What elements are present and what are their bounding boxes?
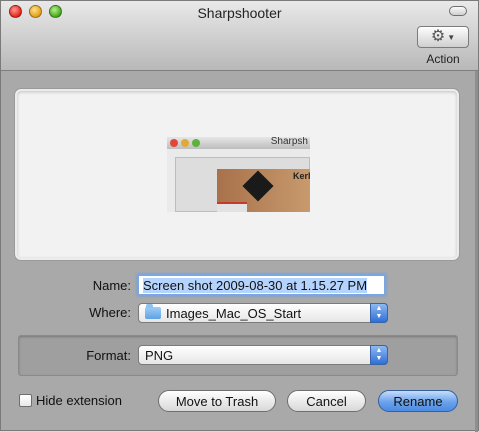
thumbnail-banner: Kerl bbox=[217, 169, 310, 212]
cancel-button[interactable]: Cancel bbox=[287, 390, 366, 412]
format-value: PNG bbox=[145, 347, 174, 363]
name-field-value: Screen shot 2009-08-30 at 1.15.27 PM bbox=[143, 278, 368, 293]
rename-button[interactable]: Rename bbox=[378, 390, 458, 412]
where-popup[interactable]: Images_Mac_OS_Start ▲ ▼ bbox=[138, 303, 388, 323]
preview-thumbnail: Sharpsh Kerl bbox=[167, 137, 310, 212]
popup-arrows-icon: ▲ ▼ bbox=[370, 345, 388, 365]
action-label: Action bbox=[426, 52, 460, 66]
thumbnail-red-tab bbox=[217, 202, 247, 212]
folder-icon bbox=[145, 304, 161, 319]
thumbnail-titlebar: Sharpsh bbox=[167, 137, 310, 149]
popup-arrows-icon: ▲ ▼ bbox=[370, 303, 388, 323]
toolbar: Sharpshooter ⚙ ▼ Action bbox=[1, 1, 478, 71]
gear-icon: ⚙ bbox=[430, 28, 446, 45]
thumbnail-logo bbox=[242, 170, 274, 202]
action-button[interactable]: ⚙ ▼ bbox=[417, 26, 469, 48]
move-to-trash-button[interactable]: Move to Trash bbox=[158, 390, 276, 412]
where-value: Images_Mac_OS_Start bbox=[166, 305, 302, 321]
thumbnail-title: Sharpsh bbox=[270, 137, 308, 147]
hide-extension-label: Hide extension bbox=[36, 393, 122, 408]
toolbar-toggle-button[interactable] bbox=[449, 6, 467, 16]
screenshot-preview: Sharpsh Kerl bbox=[15, 89, 459, 260]
sharpshooter-window: Sharpshooter ⚙ ▼ Action Sharpsh Kerl Nam… bbox=[0, 0, 479, 432]
hide-extension-checkbox[interactable] bbox=[19, 394, 32, 407]
name-label: Name: bbox=[92, 278, 131, 293]
format-popup[interactable]: PNG ▲ ▼ bbox=[138, 345, 388, 365]
window-title: Sharpshooter bbox=[197, 5, 282, 21]
where-label: Where: bbox=[89, 305, 131, 320]
window-edge bbox=[475, 71, 478, 432]
chevron-down-icon: ▼ bbox=[447, 32, 456, 42]
name-field[interactable]: Screen shot 2009-08-30 at 1.15.27 PM bbox=[137, 274, 386, 296]
thumbnail-brand-text: Kerl bbox=[293, 171, 310, 181]
format-label: Format: bbox=[86, 348, 131, 363]
